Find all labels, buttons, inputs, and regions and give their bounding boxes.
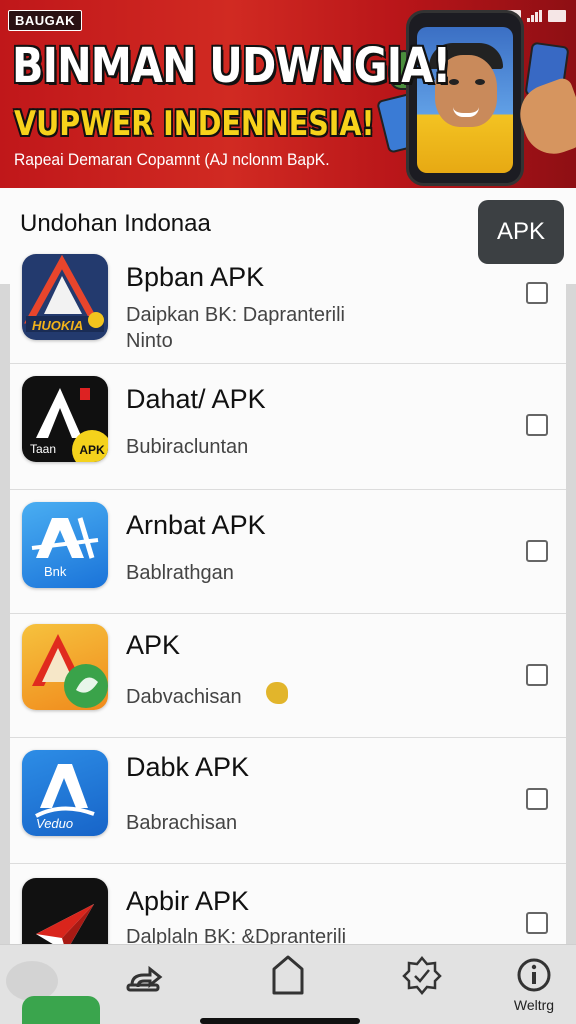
orange-a-leaf-icon xyxy=(22,624,108,710)
apk-badge: APK xyxy=(72,430,108,462)
red-a-triangle-icon: HUOKIA xyxy=(22,254,108,340)
app-list: HUOKIA Bpban APK Daipkan BK: Dapranteril… xyxy=(10,246,566,994)
select-checkbox[interactable] xyxy=(526,788,548,810)
select-checkbox[interactable] xyxy=(526,414,548,436)
app-name: Apbir APK xyxy=(126,886,250,916)
white-a-black-icon: Taan APK xyxy=(22,376,108,462)
home-indicator[interactable] xyxy=(200,1018,360,1024)
status-label: BAUGAK xyxy=(8,10,83,31)
app-name: Bpban APK xyxy=(126,262,265,292)
select-checkbox[interactable] xyxy=(526,540,548,562)
app-name: Dabk APK xyxy=(126,752,250,782)
banner-subtitle: VUPWER INDENNESIA! xyxy=(14,104,375,144)
nav-label: Weltrg xyxy=(513,997,555,1013)
icon-text: Bnk xyxy=(44,564,67,579)
app-name: Dahat/ APK xyxy=(126,384,266,414)
signal-icon xyxy=(527,10,542,22)
banner-title: BINMAN UDWNGIA! xyxy=(12,38,451,94)
nav-item-info[interactable]: Weltrg xyxy=(494,955,574,1013)
list-item[interactable]: HUOKIA Bpban APK Daipkan BK: Dapranteril… xyxy=(10,246,566,364)
app-description: Dabvachisan xyxy=(126,686,242,708)
select-checkbox[interactable] xyxy=(526,912,548,934)
app-name: Arnbat APK xyxy=(126,510,266,540)
list-item[interactable]: Veduo Dabk APK Babrachisan xyxy=(10,738,566,864)
app-description: Bablrathgan xyxy=(126,562,234,584)
icon-text: Veduo xyxy=(36,816,74,831)
list-item[interactable]: APK Dabvachisan xyxy=(10,614,566,738)
nav-item-share[interactable] xyxy=(104,955,184,997)
icon-text: Taan xyxy=(30,442,57,456)
back-blob-icon[interactable] xyxy=(6,961,58,1001)
icon-text: HUOKIA xyxy=(32,318,84,333)
app-description: Bubiracluntan xyxy=(126,436,249,458)
battery-icon xyxy=(548,10,566,22)
nav-item-badge[interactable] xyxy=(382,955,462,997)
share-icon xyxy=(124,955,164,995)
section-title: Undohan Indonaa xyxy=(20,210,211,237)
home-icon xyxy=(268,955,308,995)
app-description: Daipkan BK: Dapranterili xyxy=(126,304,345,326)
blue-a-script-icon: Veduo xyxy=(22,750,108,836)
right-rail xyxy=(566,284,576,1024)
phone-illustration xyxy=(406,10,524,186)
info-icon xyxy=(514,955,554,995)
app-name: APK xyxy=(126,630,181,660)
nav-item-home[interactable] xyxy=(248,955,328,997)
blue-a-icon: Bnk xyxy=(22,502,108,588)
list-item[interactable]: Bnk Arnbat APK Bablrathgan xyxy=(10,490,566,614)
app-description-2: Ninto xyxy=(126,330,173,352)
banner-tagline: Rapeai Demaran Copamnt (AJ nclonm BapK. xyxy=(14,150,330,169)
app-list-sheet: Undohan Indonaa APK HUOKIA Bpban APK Dai… xyxy=(0,188,576,1024)
list-item[interactable]: Taan APK Dahat/ APK Bubiracluntan xyxy=(10,364,566,490)
app-description: Babrachisan xyxy=(126,812,238,834)
select-checkbox[interactable] xyxy=(526,664,548,686)
promo-banner[interactable]: BAUGAK BINMAN UDWNGIA! VUPWER INDENNESIA… xyxy=(0,0,576,188)
select-checkbox[interactable] xyxy=(526,282,548,304)
badge-check-icon xyxy=(402,955,442,995)
left-rail xyxy=(0,284,10,1024)
partial-app-icon xyxy=(22,996,100,1024)
gold-decoration-icon xyxy=(266,682,288,704)
